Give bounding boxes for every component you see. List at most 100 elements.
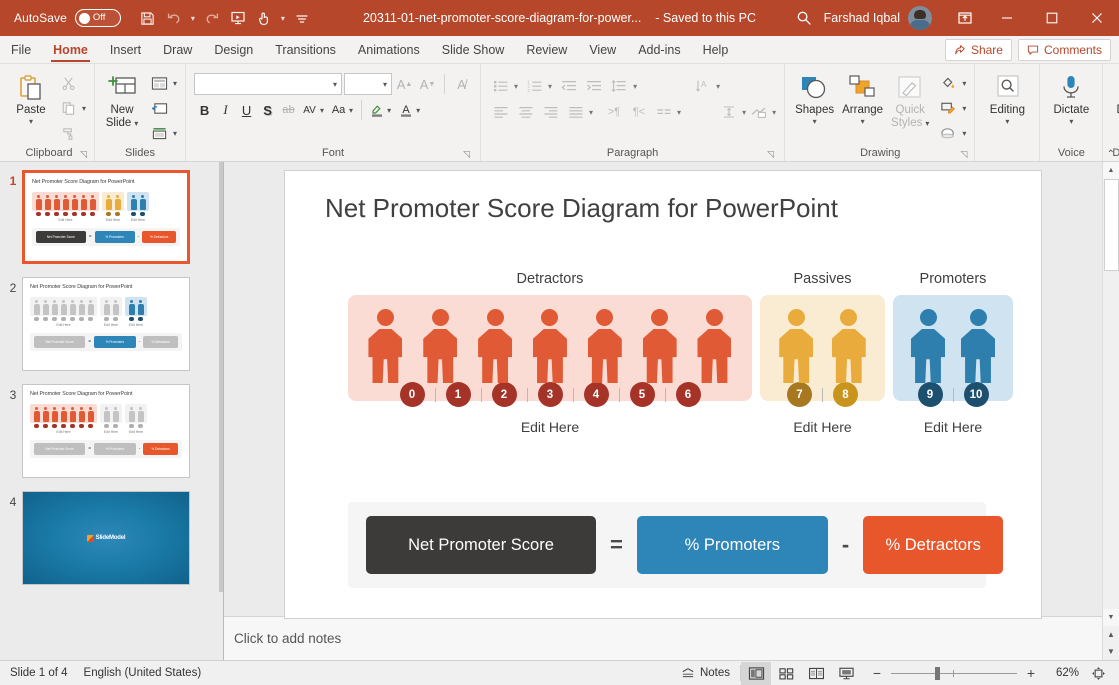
chevron-down-icon[interactable]: ▾ (962, 129, 966, 138)
next-slide-icon[interactable]: ▼ (1103, 643, 1119, 660)
chevron-down-icon[interactable]: ▾ (716, 82, 720, 91)
chevron-down-icon[interactable]: ▾ (387, 106, 391, 115)
bold-button[interactable]: B (194, 99, 215, 121)
change-case-button[interactable]: Aa (328, 99, 349, 121)
chevron-down-icon[interactable]: ▾ (772, 108, 776, 117)
line-spacing-icon[interactable] (607, 75, 631, 97)
document-title[interactable]: 20311-01-net-promoter-score-diagram-for-… (363, 11, 641, 25)
slide-title[interactable]: Net Promoter Score Diagram for PowerPoin… (325, 193, 838, 224)
chevron-down-icon[interactable]: ▾ (333, 80, 337, 89)
increase-font-size-icon[interactable]: A▲ (394, 73, 415, 95)
tab-insert[interactable]: Insert (99, 36, 152, 63)
touch-mode-dropdown-caret[interactable]: ▾ (277, 5, 289, 31)
ribbon-display-options-icon[interactable] (946, 0, 984, 36)
bullets-icon[interactable] (489, 75, 513, 97)
slide-thumbnail-pane[interactable]: 1 Net Promoter Score Diagram for PowerPo… (0, 162, 224, 660)
align-text-vertical-icon[interactable] (717, 101, 741, 123)
chevron-down-icon[interactable]: ▾ (962, 79, 966, 88)
columns-icon[interactable] (652, 101, 676, 123)
chevron-down-icon[interactable]: ▾ (173, 129, 177, 138)
slide-show-view-button[interactable] (831, 662, 861, 685)
fit-slide-to-window-button[interactable] (1085, 666, 1111, 681)
slide-indicator[interactable]: Slide 1 of 4 (10, 667, 84, 679)
slide-canvas[interactable]: Net Promoter Score Diagram for PowerPoin… (284, 170, 1042, 619)
tab-transitions[interactable]: Transitions (264, 36, 347, 63)
align-center-icon[interactable] (514, 101, 538, 123)
scroll-down-icon[interactable]: ▼ (1103, 609, 1119, 626)
zoom-in-button[interactable]: + (1025, 665, 1037, 681)
drawing-dialog-launcher-icon[interactable]: ◹ (960, 149, 967, 160)
chevron-down-icon[interactable]: ▾ (677, 108, 681, 117)
clear-formatting-icon[interactable]: A̸ (451, 73, 472, 95)
chevron-down-icon[interactable]: ▾ (134, 120, 138, 128)
chevron-down-icon[interactable]: ▾ (589, 108, 593, 117)
chevron-down-icon[interactable]: ▾ (416, 106, 420, 115)
nps-formula[interactable]: Net Promoter Score = % Promoters - % Det… (348, 502, 986, 588)
canvas-vertical-scrollbar[interactable]: ▲ ▼ ▲ ▼ (1102, 162, 1119, 660)
scroll-up-icon[interactable]: ▲ (1103, 162, 1119, 179)
notes-placeholder[interactable]: Click to add notes (234, 631, 341, 646)
close-button[interactable] (1074, 0, 1119, 36)
chevron-down-icon[interactable]: ▾ (349, 106, 353, 115)
copy-button[interactable]: ▾ (53, 96, 89, 120)
font-size-input[interactable]: ▾ (344, 73, 392, 95)
chevron-down-icon[interactable]: ▾ (514, 82, 518, 91)
section-button[interactable]: ▾ (144, 121, 180, 145)
chevron-down-icon[interactable]: ▾ (742, 108, 746, 117)
thumbnail-slide-2[interactable]: 2 Net Promoter Score Diagram for PowerPo… (0, 277, 223, 371)
redo-icon[interactable] (199, 5, 225, 31)
clipboard-dialog-launcher-icon[interactable]: ◹ (80, 149, 87, 160)
decrease-indent-icon[interactable] (557, 75, 581, 97)
chevron-down-icon[interactable]: ▾ (383, 80, 387, 89)
character-spacing-button[interactable]: AV (299, 99, 320, 121)
tab-view[interactable]: View (578, 36, 627, 63)
collapse-ribbon-icon[interactable]: ⌃ (1107, 149, 1115, 160)
category-caption[interactable]: Edit Here (793, 419, 851, 435)
autosave-toggle[interactable]: Off (75, 9, 121, 27)
dictate-button[interactable]: Dictate ▾ (1045, 70, 1097, 128)
thumbnail-slide-3[interactable]: 3 Net Promoter Score Diagram for PowerPo… (0, 384, 223, 478)
scrollbar-thumb[interactable] (1104, 179, 1119, 271)
arrange-button[interactable]: Arrange ▾ (838, 70, 887, 128)
comments-button[interactable]: Comments (1018, 39, 1111, 61)
customize-quick-access-icon[interactable] (289, 5, 315, 31)
previous-slide-icon[interactable]: ▲ (1103, 626, 1119, 643)
category-caption[interactable]: Edit Here (924, 419, 982, 435)
shape-fill-button[interactable]: ▾ (933, 71, 969, 95)
paragraph-dialog-launcher-icon[interactable]: ◹ (767, 149, 774, 160)
chevron-down-icon[interactable]: ▾ (320, 106, 324, 115)
font-color-button[interactable]: A (395, 99, 416, 121)
thumbnail-scrollbar-thumb[interactable] (219, 162, 223, 592)
category-detractors[interactable]: Detractors 0 (348, 271, 752, 435)
zoom-sl ider[interactable] (891, 665, 1017, 681)
paste-button[interactable]: Paste ▾ (9, 70, 53, 128)
layout-button[interactable]: ▾ (144, 71, 180, 95)
align-right-icon[interactable] (539, 101, 563, 123)
save-state-label[interactable]: - Saved to this PC (655, 11, 756, 25)
chevron-down-icon[interactable]: ▾ (1005, 118, 1009, 126)
notes-toggle-button[interactable]: Notes (671, 661, 740, 685)
shape-effects-button[interactable]: ▾ (933, 121, 969, 145)
avatar[interactable] (908, 6, 932, 30)
slide-sorter-view-button[interactable] (771, 662, 801, 685)
zoom-slider-knob[interactable] (935, 667, 940, 680)
line-spacing-chevron-icon[interactable]: ▾ (633, 82, 637, 91)
thumbnail-scrollbar[interactable] (219, 162, 223, 660)
tab-file[interactable]: File (0, 36, 42, 63)
italic-button[interactable]: I (215, 99, 236, 121)
tab-home[interactable]: Home (42, 36, 99, 63)
category-caption[interactable]: Edit Here (521, 419, 579, 435)
slide-canvas-area[interactable]: Net Promoter Score Diagram for PowerPoin… (224, 162, 1102, 616)
quick-styles-button[interactable]: Quick Styles▾ (887, 70, 933, 132)
tab-review[interactable]: Review (515, 36, 578, 63)
convert-to-smartart-icon[interactable] (747, 101, 771, 123)
cut-button[interactable] (53, 71, 89, 95)
search-icon[interactable] (784, 0, 824, 36)
category-passives[interactable]: Passives 7 8 Edit Here (760, 271, 885, 435)
thumbnail-slide-4[interactable]: 4 SlideModel (0, 491, 223, 585)
reset-button[interactable] (144, 96, 180, 120)
text-shadow-button[interactable]: S (257, 99, 278, 121)
underline-button[interactable]: U (236, 99, 257, 121)
notes-pane[interactable]: Click to add notes (224, 616, 1102, 660)
formula-result-box[interactable]: Net Promoter Score (366, 516, 596, 574)
